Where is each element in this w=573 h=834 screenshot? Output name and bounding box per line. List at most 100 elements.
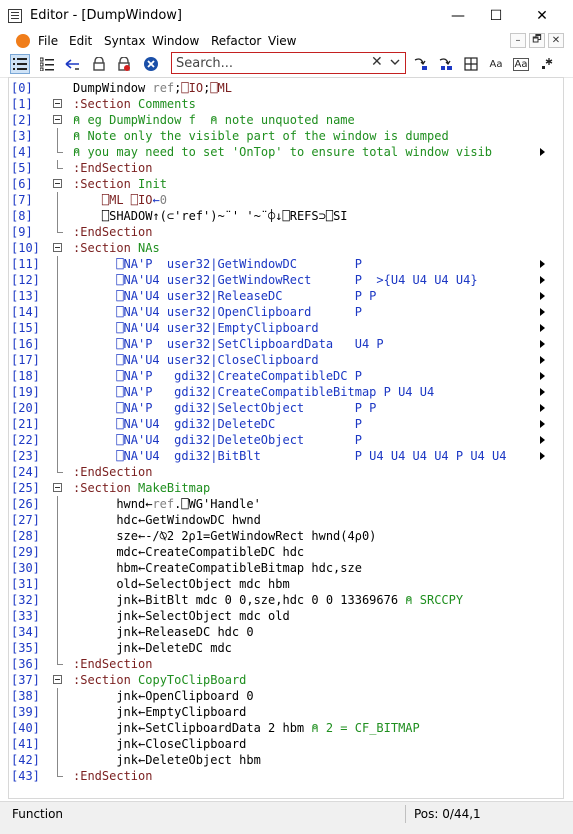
code-token-identifier: jnk←EmptyClipboard (116, 705, 247, 719)
code-text: ⎕NA'U4 user32|CloseClipboard (116, 352, 318, 368)
mdi-close-button[interactable]: ✕ (548, 33, 564, 48)
menu-refactor[interactable]: Refactor (211, 34, 261, 48)
search-input[interactable] (176, 55, 366, 71)
close-button[interactable]: ✕ (519, 0, 565, 32)
code-line[interactable]: [16] ⎕NA'P user32|SetClipboardData U4 P (9, 336, 563, 352)
code-line[interactable]: [12] ⎕NA'U4 user32|GetWindowRect P >{U4 U… (9, 272, 563, 288)
code-line[interactable]: [2] ⍝ eg DumpWindow f ⍝ note unquoted nam… (9, 112, 563, 128)
replace-button[interactable] (411, 54, 431, 74)
code-line[interactable]: [28] sze←-/⍉2 2⍴1=GetWindowRect hwnd(4⍴0) (9, 528, 563, 544)
search-box[interactable]: ✕ (171, 52, 406, 74)
list-tree-button[interactable] (37, 54, 57, 74)
code-text: :Section CopyToClipBoard (73, 672, 246, 688)
code-line[interactable]: [13] ⎕NA'U4 user32|ReleaseDC P P (9, 288, 563, 304)
whole-word-button[interactable]: Aa (511, 54, 531, 74)
menu-edit[interactable]: Edit (69, 34, 92, 48)
code-text: jnk←BitBlt mdc 0 0,sze,hdc 0 0 13369676 … (116, 592, 463, 608)
fold-toggle-icon[interactable] (53, 675, 62, 684)
code-line[interactable]: [9]:EndSection (9, 224, 563, 240)
code-line[interactable]: [31] old←SelectObject mdc hbm (9, 576, 563, 592)
code-line[interactable]: [37]:Section CopyToClipBoard (9, 672, 563, 688)
line-number: [9] (11, 225, 33, 239)
code-text: ⎕NA'P user32|GetWindowDC P (116, 256, 362, 272)
search-clear-icon[interactable]: ✕ (371, 54, 383, 70)
code-line[interactable]: [7] ⎕ML ⎕IO←0 (9, 192, 563, 208)
maximize-button[interactable]: ☐ (473, 0, 519, 32)
code-line[interactable]: [4] ⍝ you may need to set 'OnTop' to ensu… (9, 144, 563, 160)
search-dropdown-icon[interactable] (390, 56, 400, 69)
code-line[interactable]: [21] ⎕NA'U4 gdi32|DeleteDC P (9, 416, 563, 432)
fold-toggle-icon[interactable] (53, 179, 62, 188)
replace-all-button[interactable] (436, 54, 456, 74)
menu-file[interactable]: File (38, 34, 58, 48)
code-token-primitive: ⎕NA'U4 user32|CloseClipboard (116, 353, 319, 367)
code-line[interactable]: [42] jnk←DeleteObject hbm (9, 752, 563, 768)
code-line[interactable]: [34] jnk←ReleaseDC hdc 0 (9, 624, 563, 640)
lock-icon (93, 57, 105, 71)
code-line[interactable]: [24]:EndSection (9, 464, 563, 480)
stop-button[interactable] (141, 54, 161, 74)
code-line[interactable]: [14] ⎕NA'U4 user32|OpenClipboard P (9, 304, 563, 320)
code-line[interactable]: [35] jnk←DeleteDC mdc (9, 640, 563, 656)
code-line[interactable]: [18] ⎕NA'P gdi32|CreateCompatibleDC P (9, 368, 563, 384)
code-token-primitive: ⎕NA'U4 gdi32|DeleteDC P (116, 417, 362, 431)
fold-toggle-icon[interactable] (53, 243, 62, 252)
line-number: [42] (11, 753, 40, 767)
code-editor[interactable]: [0] DumpWindow ref;⎕IO;⎕ML [1]:Section Com… (8, 77, 564, 799)
code-token-number: 0 (159, 193, 167, 207)
code-text: ⎕NA'P user32|SetClipboardData U4 P (116, 336, 383, 352)
code-token-identifier: jnk←DeleteObject hbm (116, 753, 261, 767)
mdi-minimize-button[interactable]: – (510, 33, 526, 48)
code-line[interactable]: [10]:Section NAs (9, 240, 563, 256)
overflow-arrow-icon (540, 388, 545, 396)
list-numbered-button[interactable] (10, 54, 30, 74)
fold-toggle-icon[interactable] (53, 483, 62, 492)
lock-red-button[interactable] (114, 54, 134, 74)
code-line[interactable]: [11] ⎕NA'P user32|GetWindowDC P (9, 256, 563, 272)
code-line[interactable]: [5]:EndSection (9, 160, 563, 176)
code-line[interactable]: [43]:EndSection (9, 768, 563, 784)
code-line[interactable]: [26] hwnd←ref.⎕WG'Handle' (9, 496, 563, 512)
code-line[interactable]: [38] jnk←OpenClipboard 0 (9, 688, 563, 704)
regex-button[interactable] (537, 54, 557, 74)
code-token-primitive: ⎕NA'U4 user32|GetWindowRect P >{U4 U4 U4… (116, 273, 478, 287)
lock-button[interactable] (89, 54, 109, 74)
code-line[interactable]: [39] jnk←EmptyClipboard (9, 704, 563, 720)
code-line[interactable]: [25]:Section MakeBitmap (9, 480, 563, 496)
code-line[interactable]: [22] ⎕NA'U4 gdi32|DeleteObject P (9, 432, 563, 448)
code-line[interactable]: [6]:Section Init (9, 176, 563, 192)
code-line[interactable]: [36]:EndSection (9, 656, 563, 672)
mdi-restore-button[interactable]: 🗗 (529, 33, 545, 48)
code-line[interactable]: [3] ⍝ Note only the visible part of the w… (9, 128, 563, 144)
menu-window[interactable]: Window (152, 34, 199, 48)
line-number: [43] (11, 769, 40, 783)
overflow-arrow-icon (540, 260, 545, 268)
fold-guide (57, 320, 58, 336)
code-line[interactable]: [20] ⎕NA'P gdi32|SelectObject P P (9, 400, 563, 416)
menu-view[interactable]: View (268, 34, 296, 48)
code-line[interactable]: [30] hbm←CreateCompatibleBitmap hdc,sze (9, 560, 563, 576)
code-line[interactable]: [32] jnk←BitBlt mdc 0 0,sze,hdc 0 0 13369… (9, 592, 563, 608)
code-line[interactable]: [8] ⎕SHADOW↑(⊂'ref')~¨' '~¨⌽↓⎕REFS⊃⎕SI (9, 208, 563, 224)
grid-button[interactable] (461, 54, 481, 74)
back-button[interactable] (63, 54, 83, 74)
fold-toggle-icon[interactable] (53, 99, 62, 108)
match-case-button[interactable]: Aa (486, 54, 506, 74)
menu-syntax[interactable]: Syntax (104, 34, 145, 48)
line-number: [41] (11, 737, 40, 751)
code-line[interactable]: [19] ⎕NA'P gdi32|CreateCompatibleBitmap P… (9, 384, 563, 400)
code-line[interactable]: [17] ⎕NA'U4 user32|CloseClipboard (9, 352, 563, 368)
code-line[interactable]: [33] jnk←SelectObject mdc old (9, 608, 563, 624)
code-line[interactable]: [41] jnk←CloseClipboard (9, 736, 563, 752)
code-line[interactable]: [29] mdc←CreateCompatibleDC hdc (9, 544, 563, 560)
fold-toggle-icon[interactable] (53, 115, 62, 124)
code-line[interactable]: [15] ⎕NA'U4 user32|EmptyClipboard (9, 320, 563, 336)
code-token-identifier: hbm←CreateCompatibleBitmap hdc,sze (116, 561, 362, 575)
fold-guide (57, 128, 58, 144)
code-line[interactable]: [0] DumpWindow ref;⎕IO;⎕ML (9, 80, 563, 96)
fold-guide (57, 192, 58, 208)
code-line[interactable]: [1]:Section Comments (9, 96, 563, 112)
code-line[interactable]: [23] ⎕NA'U4 gdi32|BitBlt P U4 U4 U4 U4 P … (9, 448, 563, 464)
code-line[interactable]: [27] hdc←GetWindowDC hwnd (9, 512, 563, 528)
code-line[interactable]: [40] jnk←SetClipboardData 2 hbm ⍝ 2 = CF_… (9, 720, 563, 736)
